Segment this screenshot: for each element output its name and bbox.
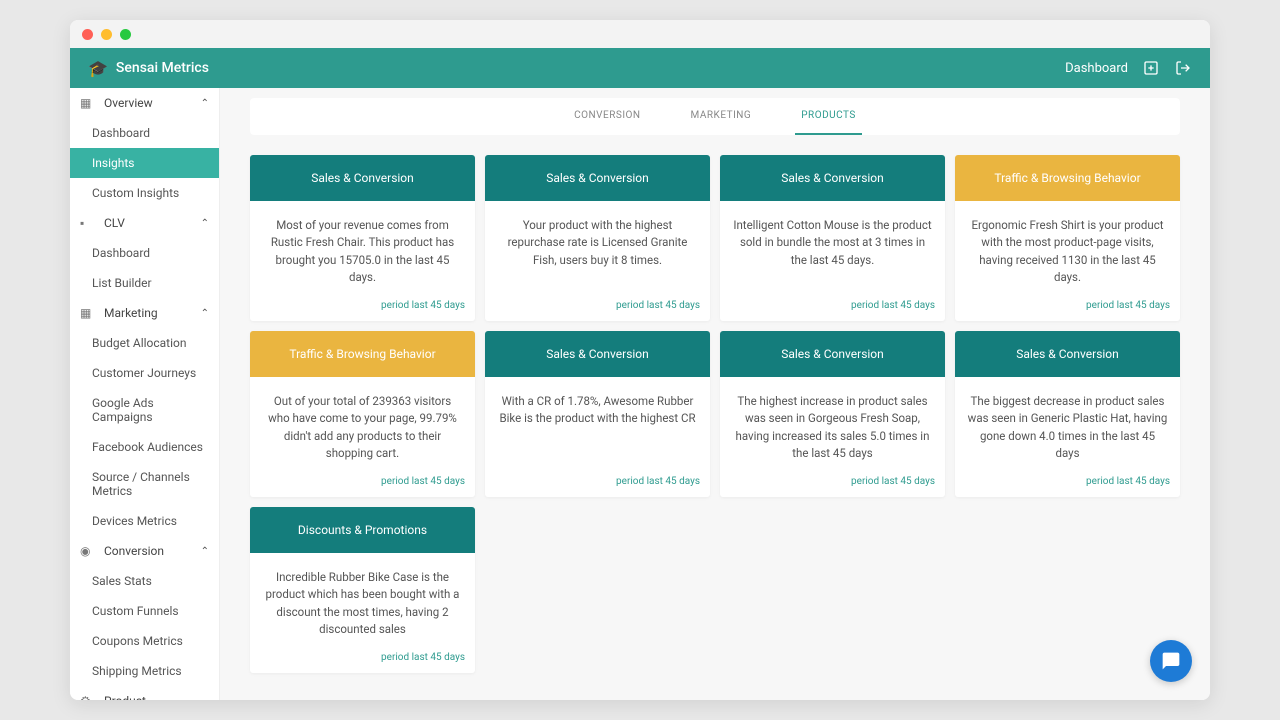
- minimize-dot[interactable]: [101, 29, 112, 40]
- card-title: Sales & Conversion: [485, 331, 710, 377]
- sidebar-section-conversion[interactable]: ◉ Conversion ⌃: [70, 536, 219, 566]
- sidebar-item-custom-funnels[interactable]: Custom Funnels: [70, 596, 219, 626]
- card-body: The highest increase in product sales wa…: [720, 377, 945, 470]
- sidebar-item-dashboard[interactable]: Dashboard: [70, 238, 219, 268]
- sidebar-item-devices-metrics[interactable]: Devices Metrics: [70, 506, 219, 536]
- sidebar-section-marketing[interactable]: ▦ Marketing ⌃: [70, 298, 219, 328]
- card-body: Your product with the highest repurchase…: [485, 201, 710, 294]
- card-period: period last 45 days: [485, 470, 710, 497]
- sidebar-item-facebook-audiences[interactable]: Facebook Audiences: [70, 432, 219, 462]
- card-period: period last 45 days: [250, 646, 475, 673]
- tab-products[interactable]: PRODUCTS: [795, 98, 862, 135]
- card-body: Most of your revenue comes from Rustic F…: [250, 201, 475, 294]
- brand-icon: 🎓: [88, 59, 108, 78]
- card-period: period last 45 days: [250, 294, 475, 321]
- tab-conversion[interactable]: CONVERSION: [568, 98, 646, 135]
- section-label: Overview: [104, 96, 191, 110]
- chevron-up-icon: ⌃: [201, 98, 209, 109]
- sidebar: ▦Overview⌃DashboardInsightsCustom Insigh…: [70, 88, 220, 700]
- chat-button[interactable]: [1150, 640, 1192, 682]
- card-title: Traffic & Browsing Behavior: [250, 331, 475, 377]
- card-body: Intelligent Cotton Mouse is the product …: [720, 201, 945, 294]
- brand: 🎓 Sensai Metrics: [88, 59, 209, 78]
- brand-name: Sensai Metrics: [116, 60, 209, 76]
- logout-icon[interactable]: [1174, 59, 1192, 77]
- sidebar-item-coupons-metrics[interactable]: Coupons Metrics: [70, 626, 219, 656]
- insight-card[interactable]: Sales & ConversionWith a CR of 1.78%, Aw…: [485, 331, 710, 497]
- tabs-container: CONVERSION MARKETING PRODUCTS: [250, 98, 1180, 135]
- card-period: period last 45 days: [485, 294, 710, 321]
- sidebar-item-google-ads-campaigns[interactable]: Google Ads Campaigns: [70, 388, 219, 432]
- insight-card[interactable]: Sales & ConversionYour product with the …: [485, 155, 710, 321]
- insight-card[interactable]: Sales & ConversionThe biggest decrease i…: [955, 331, 1180, 497]
- card-period: period last 45 days: [720, 470, 945, 497]
- chevron-down-icon: ⌄: [201, 696, 209, 701]
- sidebar-item-list-builder[interactable]: List Builder: [70, 268, 219, 298]
- card-period: period last 45 days: [250, 470, 475, 497]
- insight-card[interactable]: Traffic & Browsing BehaviorErgonomic Fre…: [955, 155, 1180, 321]
- close-dot[interactable]: [82, 29, 93, 40]
- card-title: Sales & Conversion: [955, 331, 1180, 377]
- sidebar-item-customer-journeys[interactable]: Customer Journeys: [70, 358, 219, 388]
- card-period: period last 45 days: [955, 294, 1180, 321]
- sidebar-item-shipping-metrics[interactable]: Shipping Metrics: [70, 656, 219, 686]
- card-title: Discounts & Promotions: [250, 507, 475, 553]
- card-title: Sales & Conversion: [250, 155, 475, 201]
- card-body: Ergonomic Fresh Shirt is your product wi…: [955, 201, 1180, 294]
- titlebar: [70, 20, 1210, 48]
- card-title: Sales & Conversion: [720, 331, 945, 377]
- sidebar-item-budget-allocation[interactable]: Budget Allocation: [70, 328, 219, 358]
- sidebar-item-dashboard[interactable]: Dashboard: [70, 118, 219, 148]
- tab-marketing[interactable]: MARKETING: [685, 98, 758, 135]
- sidebar-item-source-channels-metrics[interactable]: Source / Channels Metrics: [70, 462, 219, 506]
- card-title: Sales & Conversion: [720, 155, 945, 201]
- insight-card[interactable]: Sales & ConversionThe highest increase i…: [720, 331, 945, 497]
- sidebar-item-custom-insights[interactable]: Custom Insights: [70, 178, 219, 208]
- main-panel: CONVERSION MARKETING PRODUCTS Sales & Conv…: [220, 88, 1210, 700]
- section-label: Product: [104, 694, 191, 700]
- card-title: Sales & Conversion: [485, 155, 710, 201]
- insight-card[interactable]: Sales & ConversionMost of your revenue c…: [250, 155, 475, 321]
- insight-card[interactable]: Discounts & PromotionsIncredible Rubber …: [250, 507, 475, 673]
- header-actions: Dashboard: [1065, 59, 1192, 77]
- card-body: The biggest decrease in product sales wa…: [955, 377, 1180, 470]
- sidebar-item-sales-stats[interactable]: Sales Stats: [70, 566, 219, 596]
- section-label: Conversion: [104, 544, 191, 558]
- sidebar-section-clv[interactable]: ▪ CLV ⌃: [70, 208, 219, 238]
- card-body: Out of your total of 239363 visitors who…: [250, 377, 475, 470]
- insight-card[interactable]: Traffic & Browsing BehaviorOut of your t…: [250, 331, 475, 497]
- card-body: Incredible Rubber Bike Case is the produ…: [250, 553, 475, 646]
- maximize-dot[interactable]: [120, 29, 131, 40]
- section-icon: ▦: [80, 96, 94, 110]
- card-title: Traffic & Browsing Behavior: [955, 155, 1180, 201]
- app-window: 🎓 Sensai Metrics Dashboard ▦ Overview ⌃ Das…: [70, 20, 1210, 700]
- header-dashboard-link[interactable]: Dashboard: [1065, 61, 1128, 76]
- sidebar-section-product[interactable]: ⚙ Product ⌄: [70, 686, 219, 700]
- add-to-dashboard-icon[interactable]: [1142, 59, 1160, 77]
- chevron-up-icon: ⌃: [201, 308, 209, 319]
- card-body: With a CR of 1.78%, Awesome Rubber Bike …: [485, 377, 710, 470]
- card-period: period last 45 days: [955, 470, 1180, 497]
- section-icon: ▦: [80, 306, 94, 320]
- content: ▦Overview⌃DashboardInsightsCustom Insigh…: [70, 88, 1210, 700]
- chevron-up-icon: ⌃: [201, 218, 209, 229]
- cards-grid: Sales & ConversionMost of your revenue c…: [250, 155, 1180, 673]
- chevron-up-icon: ⌃: [201, 546, 209, 557]
- sidebar-item-insights[interactable]: Insights: [70, 148, 219, 178]
- section-icon: ◉: [80, 544, 94, 558]
- insight-card[interactable]: Sales & ConversionIntelligent Cotton Mou…: [720, 155, 945, 321]
- section-icon: ⚙: [80, 694, 94, 700]
- app-header: 🎓 Sensai Metrics Dashboard: [70, 48, 1210, 88]
- section-label: CLV: [104, 216, 191, 230]
- card-period: period last 45 days: [720, 294, 945, 321]
- section-label: Marketing: [104, 306, 191, 320]
- sidebar-section-overview[interactable]: ▦ Overview ⌃: [70, 88, 219, 118]
- section-icon: ▪: [80, 216, 94, 230]
